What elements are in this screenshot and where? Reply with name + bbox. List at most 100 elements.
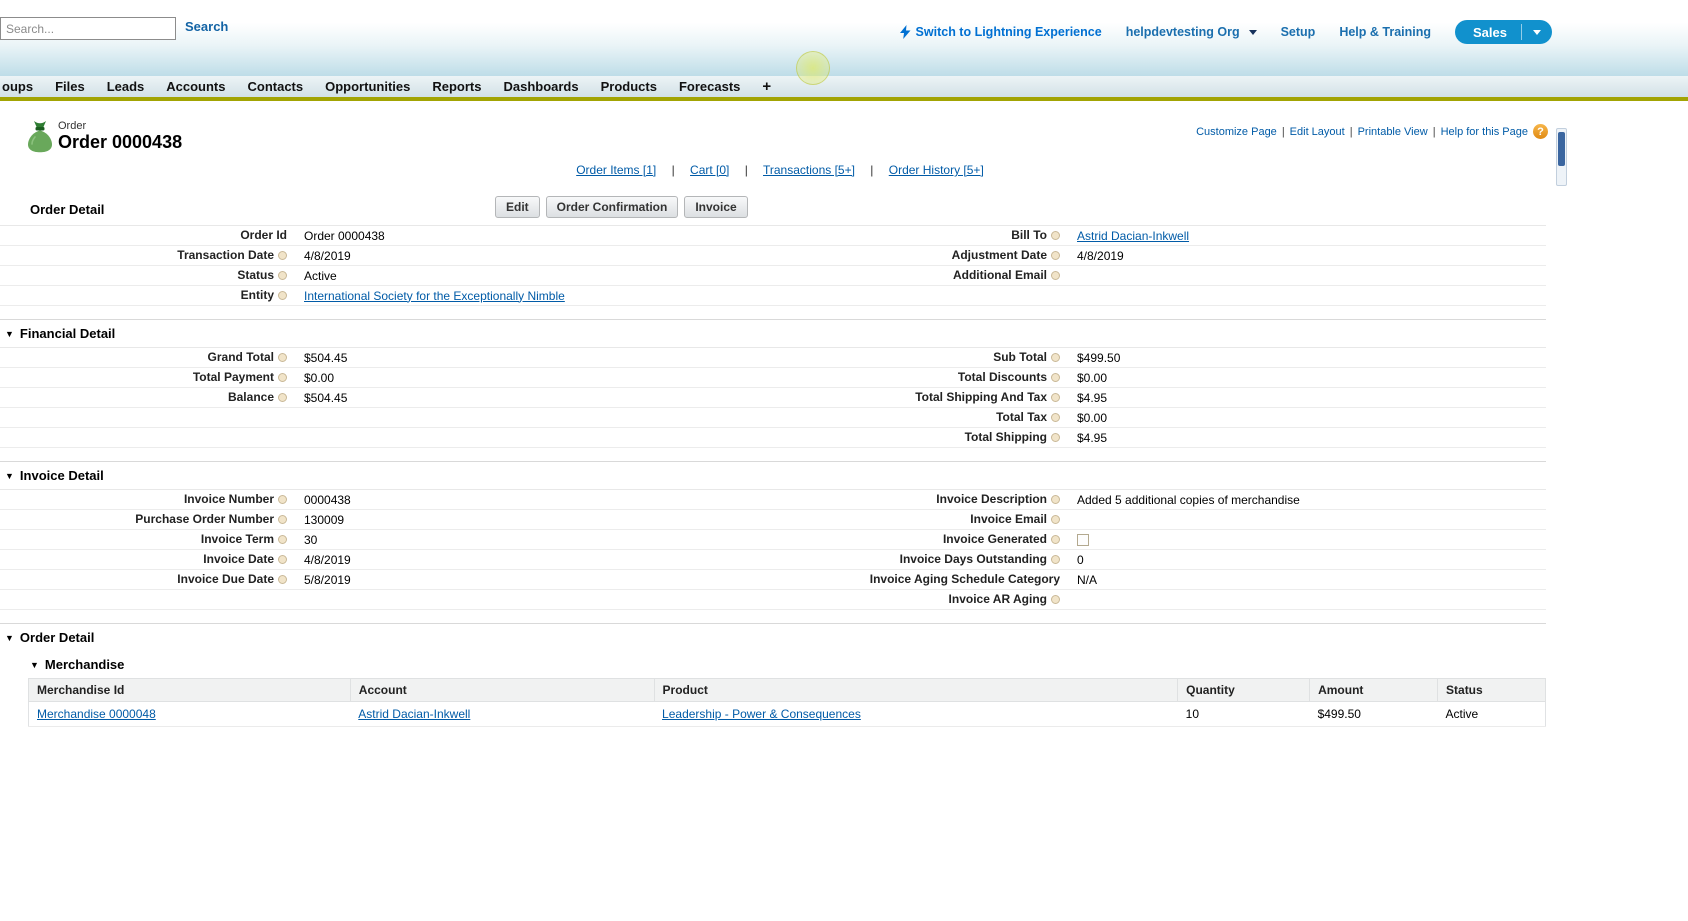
value-balance: $504.45 <box>287 391 347 405</box>
help-icon[interactable]: ? <box>1533 124 1548 139</box>
field-help-icon[interactable] <box>278 291 287 300</box>
col-account[interactable]: Account <box>350 679 654 702</box>
field-help-icon[interactable] <box>278 373 287 382</box>
separator <box>1277 126 1290 138</box>
field-row: Invoice Term 30 Invoice Generated <box>0 530 1546 550</box>
setup-link[interactable]: Setup <box>1281 25 1316 39</box>
field-help-icon[interactable] <box>278 251 287 260</box>
scrollbar-thumb[interactable] <box>1558 132 1565 166</box>
field-help-icon[interactable] <box>1051 271 1060 280</box>
tab-dashboards[interactable]: Dashboards <box>492 79 589 94</box>
label-bill-to: Bill To <box>1011 229 1047 242</box>
section-title-order-detail-related: Order Detail <box>20 630 94 645</box>
tab-products[interactable]: Products <box>590 79 668 94</box>
field-help-icon[interactable] <box>278 555 287 564</box>
quicklink-cart[interactable]: Cart [0] <box>690 163 729 177</box>
value-invoice-term: 30 <box>287 533 317 547</box>
right-scrollbar[interactable] <box>1556 128 1567 186</box>
header-right-links: Switch to Lightning Experience helpdevte… <box>900 20 1552 44</box>
col-quantity[interactable]: Quantity <box>1178 679 1310 702</box>
invoice-generated-checkbox[interactable] <box>1077 534 1089 546</box>
object-type-label: Order <box>58 120 86 132</box>
edit-layout-link[interactable]: Edit Layout <box>1290 126 1345 138</box>
label-transaction-date: Transaction Date <box>177 249 274 262</box>
collapse-icon[interactable]: ▼ <box>5 329 14 339</box>
field-help-icon[interactable] <box>1051 555 1060 564</box>
switch-to-lightning-link[interactable]: Switch to Lightning Experience <box>900 25 1102 39</box>
quicklink-order-history[interactable]: Order History [5+] <box>889 163 984 177</box>
field-help-icon[interactable] <box>1051 231 1060 240</box>
tab-files[interactable]: Files <box>44 79 96 94</box>
field-help-icon[interactable] <box>1051 353 1060 362</box>
app-dropdown-icon <box>1533 30 1541 35</box>
field-row: Balance $504.45 Total Shipping And Tax $… <box>0 388 1546 408</box>
section-title-financial-detail: Financial Detail <box>20 326 115 341</box>
tab-accounts[interactable]: Accounts <box>155 79 236 94</box>
org-dropdown-icon <box>1249 30 1257 35</box>
product-link[interactable]: Leadership - Power & Consequences <box>662 707 861 721</box>
help-training-link[interactable]: Help & Training <box>1339 25 1431 39</box>
section-title-order-detail: Order Detail <box>30 202 104 217</box>
field-help-icon[interactable] <box>1051 495 1060 504</box>
printable-view-link[interactable]: Printable View <box>1358 126 1428 138</box>
collapse-icon[interactable]: ▼ <box>30 660 39 670</box>
collapse-icon[interactable]: ▼ <box>5 471 14 481</box>
tab-add-all-tabs[interactable]: + <box>751 78 782 95</box>
col-merchandise-id[interactable]: Merchandise Id <box>29 679 351 702</box>
customize-page-link[interactable]: Customize Page <box>1196 126 1277 138</box>
field-help-icon[interactable] <box>1051 251 1060 260</box>
field-help-icon[interactable] <box>278 515 287 524</box>
label-invoice-days-outstanding: Invoice Days Outstanding <box>900 553 1047 566</box>
account-link[interactable]: Astrid Dacian-Inkwell <box>358 707 470 721</box>
tab-opportunities[interactable]: Opportunities <box>314 79 421 94</box>
field-help-icon[interactable] <box>1051 413 1060 422</box>
value-total-discounts: $0.00 <box>1060 371 1107 385</box>
tab-groups[interactable]: oups <box>0 79 44 94</box>
field-help-icon[interactable] <box>1051 535 1060 544</box>
field-help-icon[interactable] <box>278 271 287 280</box>
financial-detail-header[interactable]: ▼ Financial Detail <box>0 320 1546 347</box>
order-confirmation-button[interactable]: Order Confirmation <box>546 196 679 218</box>
bill-to-link[interactable]: Astrid Dacian-Inkwell <box>1077 229 1189 243</box>
col-status[interactable]: Status <box>1438 679 1546 702</box>
field-help-icon[interactable] <box>1051 515 1060 524</box>
help-for-page-link[interactable]: Help for this Page <box>1441 126 1528 138</box>
collapse-icon[interactable]: ▼ <box>5 633 14 643</box>
merchandise-id-link[interactable]: Merchandise 0000048 <box>37 707 156 721</box>
app-selector-dropdown[interactable] <box>1522 30 1552 35</box>
search-button[interactable]: Search <box>185 19 228 34</box>
quicklink-order-items[interactable]: Order Items [1] <box>576 163 656 177</box>
quicklink-transactions[interactable]: Transactions [5+] <box>763 163 855 177</box>
col-amount[interactable]: Amount <box>1310 679 1438 702</box>
field-help-icon[interactable] <box>278 393 287 402</box>
invoice-detail-header[interactable]: ▼ Invoice Detail <box>0 462 1546 489</box>
tab-reports[interactable]: Reports <box>421 79 492 94</box>
edit-button[interactable]: Edit <box>495 196 540 218</box>
tab-leads[interactable]: Leads <box>96 79 156 94</box>
value-invoice-aging-schedule-category: N/A <box>1060 573 1097 587</box>
amount-cell: $499.50 <box>1310 702 1438 727</box>
invoice-button[interactable]: Invoice <box>684 196 747 218</box>
field-row: Purchase Order Number 130009 Invoice Ema… <box>0 510 1546 530</box>
lightning-bolt-icon <box>900 25 911 39</box>
merchandise-header[interactable]: ▼ Merchandise <box>28 653 1546 678</box>
order-detail-related-header[interactable]: ▼ Order Detail <box>0 624 1546 651</box>
entity-link[interactable]: International Society for the Exceptiona… <box>304 289 565 303</box>
label-invoice-number: Invoice Number <box>184 493 274 506</box>
field-help-icon[interactable] <box>278 535 287 544</box>
tab-forecasts[interactable]: Forecasts <box>668 79 751 94</box>
field-help-icon[interactable] <box>278 575 287 584</box>
field-help-icon[interactable] <box>1051 433 1060 442</box>
section-title-invoice-detail: Invoice Detail <box>20 468 104 483</box>
field-help-icon[interactable] <box>1051 393 1060 402</box>
app-selector-button[interactable]: Sales <box>1455 20 1552 44</box>
org-menu[interactable]: helpdevtesting Org <box>1126 25 1257 39</box>
field-help-icon[interactable] <box>278 495 287 504</box>
field-help-icon[interactable] <box>278 353 287 362</box>
field-help-icon[interactable] <box>1051 595 1060 604</box>
search-input[interactable] <box>0 17 176 40</box>
col-product[interactable]: Product <box>654 679 1178 702</box>
field-row: Invoice Number 0000438 Invoice Descripti… <box>0 490 1546 510</box>
field-help-icon[interactable] <box>1051 373 1060 382</box>
tab-contacts[interactable]: Contacts <box>237 79 315 94</box>
